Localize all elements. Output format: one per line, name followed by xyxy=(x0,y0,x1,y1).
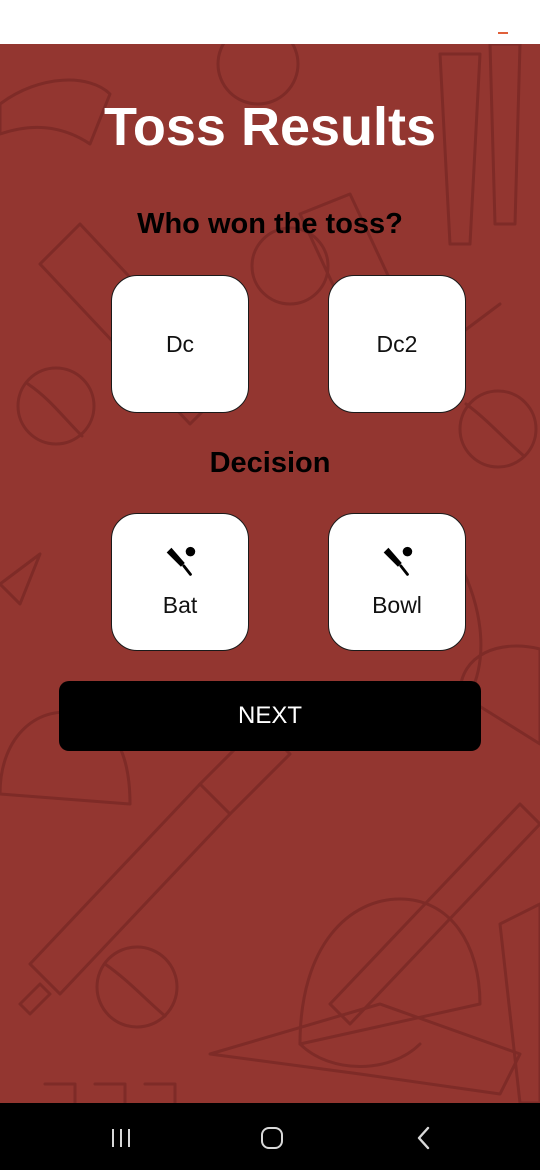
decision-label-bat: Bat xyxy=(162,592,198,618)
page-title: Toss Results xyxy=(103,97,437,157)
back-icon[interactable] xyxy=(407,1121,441,1155)
team-option-label: Dc2 xyxy=(376,330,418,357)
next-button[interactable]: NEXT xyxy=(59,681,481,751)
decision-bowl-button[interactable]: Bowl xyxy=(328,513,466,651)
team-option-dc[interactable]: Dc xyxy=(111,275,249,413)
system-nav-bar xyxy=(0,1103,540,1170)
toss-question: Who won the toss? xyxy=(137,208,403,240)
cricket-bat-icon xyxy=(383,546,413,576)
recent-apps-icon[interactable] xyxy=(104,1121,138,1155)
home-icon[interactable] xyxy=(255,1121,289,1155)
team-option-label: Dc xyxy=(165,330,195,357)
decision-heading: Decision xyxy=(209,447,331,479)
status-bar xyxy=(0,0,540,44)
team-option-dc2[interactable]: Dc2 xyxy=(328,275,466,413)
cricket-bat-icon xyxy=(166,546,196,576)
status-indicator xyxy=(498,32,508,34)
decision-label-bowl: Bowl xyxy=(372,592,422,618)
decision-bat-button[interactable]: Bat xyxy=(111,513,249,651)
